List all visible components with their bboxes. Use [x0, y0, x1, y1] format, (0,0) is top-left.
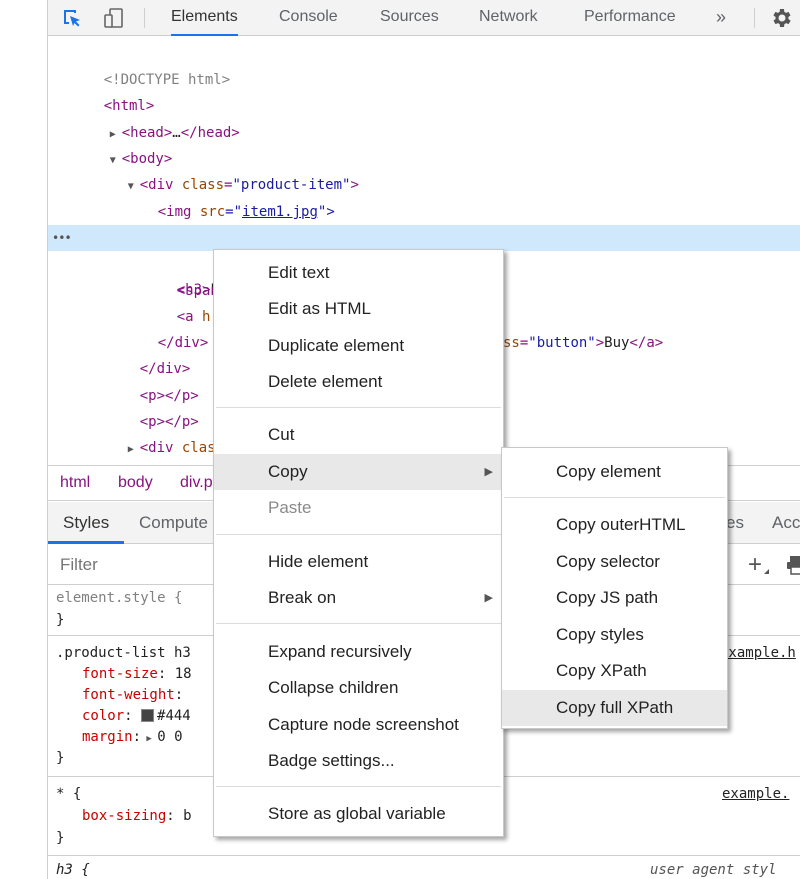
gear-icon[interactable] — [769, 6, 793, 30]
breadcrumb-html[interactable]: html — [60, 474, 90, 492]
menu-item-copy[interactable]: Copy ▶ — [214, 454, 503, 490]
style-property[interactable]: box-sizing: b — [82, 806, 192, 827]
device-toolbar-icon[interactable] — [102, 6, 126, 30]
filter-input[interactable] — [60, 555, 210, 575]
dom-node-div-product-list[interactable]: ▼<div class="product-list"> — [48, 199, 800, 246]
menu-item-expand-recursively[interactable]: Expand recursively — [214, 634, 503, 670]
print-icon[interactable] — [786, 555, 800, 580]
style-property[interactable]: font-size: 18 — [82, 664, 192, 685]
rule-selector[interactable]: .product-list h3 — [56, 643, 191, 664]
toolbar-divider — [144, 8, 145, 28]
tab-properties[interactable]: es — [726, 513, 744, 533]
tab-accessibility[interactable]: Acc — [772, 513, 800, 533]
menu-item-copy-outerhtml[interactable]: Copy outerHTML — [502, 507, 727, 543]
menu-item-badge-settings[interactable]: Badge settings... — [214, 743, 503, 779]
breadcrumb-div[interactable]: div.p — [180, 474, 213, 492]
menu-item-collapse-children[interactable]: Collapse children — [214, 670, 503, 706]
toolbar-divider — [754, 8, 755, 28]
dom-node-html[interactable]: <html> — [48, 67, 800, 114]
tab-console[interactable]: Console — [279, 0, 338, 36]
menu-separator — [216, 786, 501, 787]
menu-item-paste[interactable]: Paste — [214, 490, 503, 526]
menu-item-delete-element[interactable]: Delete element — [214, 364, 503, 400]
rule-source-link[interactable]: example. — [722, 784, 789, 805]
tab-performance[interactable]: Performance — [584, 0, 676, 36]
tab-network[interactable]: Network — [479, 0, 538, 36]
dom-node-h3-selected[interactable]: ••• <h3>Pen</h3> == $0 — [48, 225, 800, 298]
devtools-toolbar: Elements Console Sources Network Perform… — [48, 0, 800, 36]
inspect-element-icon[interactable] — [60, 6, 84, 30]
menu-item-edit-text[interactable]: Edit text — [214, 255, 503, 291]
color-swatch[interactable] — [141, 709, 155, 722]
tab-computed[interactable]: Compute — [139, 513, 208, 533]
copy-submenu: Copy element Copy outerHTML Copy selecto… — [501, 447, 728, 729]
tab-elements[interactable]: Elements — [171, 0, 238, 36]
breadcrumb-body[interactable]: body — [118, 474, 153, 492]
tab-styles[interactable]: Styles — [63, 513, 109, 533]
menu-item-copy-full-xpath[interactable]: Copy full XPath — [502, 690, 727, 726]
left-gutter — [0, 0, 48, 879]
menu-item-store-as-global-variable[interactable]: Store as global variable — [214, 796, 503, 832]
dom-node-img[interactable]: <img src="item1.jpg"> — [48, 173, 800, 220]
style-property[interactable]: margin: ▶ 0 0 — [82, 727, 183, 748]
plus-icon[interactable]: + — [748, 551, 762, 579]
menu-item-cut[interactable]: Cut — [214, 417, 503, 453]
more-tabs-button[interactable]: » — [716, 0, 726, 36]
expand-triangle-icon[interactable]: ▶ — [141, 734, 157, 744]
menu-item-copy-element[interactable]: Copy element — [502, 454, 727, 490]
submenu-arrow-icon: ▶ — [484, 592, 493, 604]
more-options-icon[interactable]: ••• — [52, 225, 72, 251]
menu-separator — [216, 407, 501, 408]
rule-source-link[interactable]: example.h — [720, 643, 796, 664]
style-property[interactable]: font-weight: — [82, 685, 192, 706]
menu-separator — [504, 497, 725, 498]
menu-item-copy-styles[interactable]: Copy styles — [502, 617, 727, 653]
dom-node-doctype[interactable]: <!DOCTYPE html> — [48, 41, 800, 88]
dom-node-div-product-item[interactable]: ▼ <div class="product-item"> — [48, 146, 800, 193]
menu-item-copy-js-path[interactable]: Copy JS path — [502, 580, 727, 616]
menu-item-edit-as-html[interactable]: Edit as HTML — [214, 291, 503, 327]
rule-h3-user-agent: h3 { user agent styl — [56, 862, 777, 878]
menu-item-capture-node-screenshot[interactable]: Capture node screenshot — [214, 707, 503, 743]
dom-node-body[interactable]: ▼ <body> — [48, 120, 800, 167]
dropdown-corner-icon — [764, 569, 769, 574]
rule-selector[interactable]: * { — [56, 784, 81, 805]
menu-item-hide-element[interactable]: Hide element — [214, 544, 503, 580]
menu-item-copy-selector[interactable]: Copy selector — [502, 544, 727, 580]
menu-separator — [216, 534, 501, 535]
menu-separator — [216, 623, 501, 624]
menu-item-copy-xpath[interactable]: Copy XPath — [502, 653, 727, 689]
active-tab-indicator — [48, 541, 124, 544]
context-menu: Edit text Edit as HTML Duplicate element… — [213, 249, 504, 837]
dom-node-head[interactable]: ▶ <head>…</head> — [48, 94, 800, 141]
style-property[interactable]: color: #444 — [82, 706, 191, 727]
submenu-arrow-icon: ▶ — [484, 466, 493, 478]
menu-item-break-on[interactable]: Break on ▶ — [214, 580, 503, 616]
menu-item-duplicate-element[interactable]: Duplicate element — [214, 328, 503, 364]
tab-sources[interactable]: Sources — [380, 0, 439, 36]
